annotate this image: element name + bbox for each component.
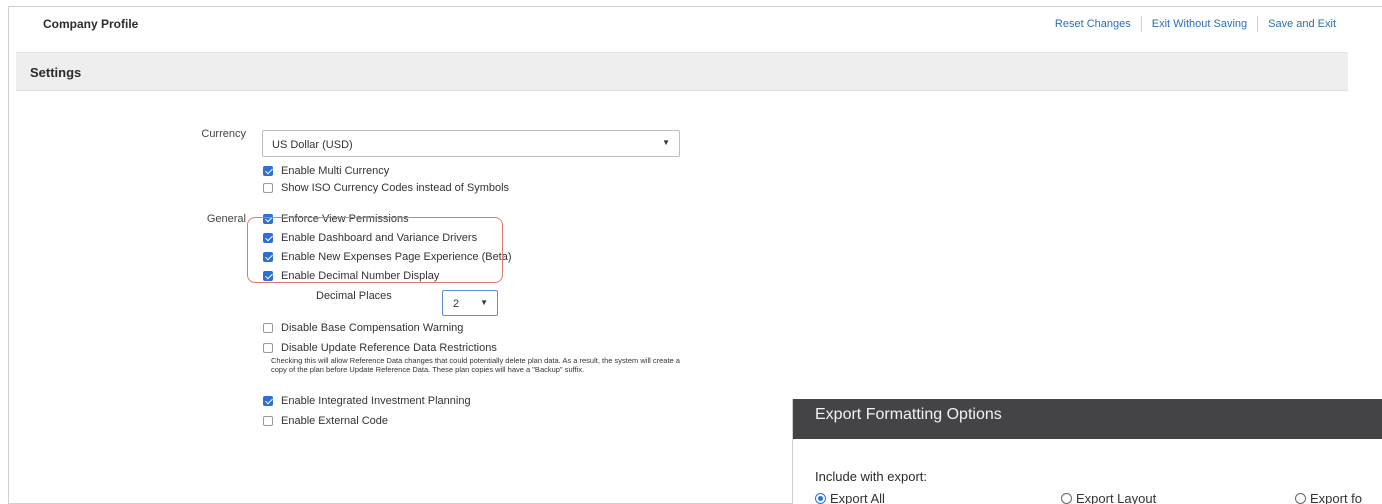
radio-label: Export fo xyxy=(1310,491,1363,504)
reset-changes-link[interactable]: Reset Changes xyxy=(1045,18,1141,30)
show-iso-codes-checkbox[interactable]: Show ISO Currency Codes instead of Symbo… xyxy=(263,181,509,195)
disable-update-reference-restrictions-checkbox[interactable]: Disable Update Reference Data Restrictio… xyxy=(263,341,497,355)
settings-panel: Settings xyxy=(16,52,1348,435)
chevron-down-icon: ▼ xyxy=(480,298,488,307)
include-with-export-label: Include with export: xyxy=(815,469,928,484)
checkbox-icon xyxy=(263,343,273,353)
page-title: Company Profile xyxy=(43,17,139,31)
checkbox-icon xyxy=(263,396,273,406)
currency-label: Currency xyxy=(201,128,246,140)
enable-decimal-display-checkbox[interactable]: Enable Decimal Number Display xyxy=(263,269,439,283)
checkbox-icon xyxy=(263,416,273,426)
checkbox-label: Enable Integrated Investment Planning xyxy=(281,395,471,407)
top-bar: Company Profile Reset Changes Exit Witho… xyxy=(9,7,1382,43)
settings-header: Settings xyxy=(16,53,1348,91)
checkbox-icon xyxy=(263,166,273,176)
checkbox-icon xyxy=(263,271,273,281)
checkbox-icon xyxy=(263,323,273,333)
checkbox-label: Enable External Code xyxy=(281,415,389,427)
checkbox-label: Enable Multi Currency xyxy=(281,165,390,177)
reference-data-note: Checking this will allow Reference Data … xyxy=(271,356,680,374)
checkbox-icon xyxy=(263,183,273,193)
checkbox-label: Enable Decimal Number Display xyxy=(281,270,440,282)
decimal-places-select[interactable]: 2 ▼ xyxy=(442,290,498,316)
enable-multi-currency-checkbox[interactable]: Enable Multi Currency xyxy=(263,164,389,178)
radio-selected-icon xyxy=(815,493,826,504)
chevron-down-icon: ▼ xyxy=(662,138,670,147)
exit-without-saving-link[interactable]: Exit Without Saving xyxy=(1142,18,1257,30)
radio-label: Export All xyxy=(830,491,885,504)
checkbox-label: Disable Update Reference Data Restrictio… xyxy=(281,342,497,354)
currency-selected-value: US Dollar (USD) xyxy=(272,139,353,151)
dialog-header: Export Formatting Options xyxy=(793,399,1382,439)
decimal-places-value: 2 xyxy=(453,298,460,310)
radio-label: Export Layout xyxy=(1076,491,1157,504)
export-all-radio[interactable]: Export All xyxy=(815,491,885,504)
dialog-title: Export Formatting Options xyxy=(815,406,1002,423)
settings-body xyxy=(16,91,1348,435)
export-formatting-dialog: Export Formatting Options Include with e… xyxy=(792,399,1382,504)
checkbox-label: Show ISO Currency Codes instead of Symbo… xyxy=(281,182,510,194)
decimal-places-label: Decimal Places xyxy=(316,290,392,302)
settings-title: Settings xyxy=(30,65,82,80)
export-format-radio[interactable]: Export fo xyxy=(1295,491,1362,504)
export-layout-radio[interactable]: Export Layout xyxy=(1061,491,1156,504)
currency-select[interactable]: US Dollar (USD) ▼ xyxy=(262,130,680,157)
enable-external-code-checkbox[interactable]: Enable External Code xyxy=(263,414,388,428)
general-label: General xyxy=(206,213,246,225)
save-and-exit-link[interactable]: Save and Exit xyxy=(1258,18,1346,30)
checkbox-label: Disable Base Compensation Warning xyxy=(281,322,464,334)
enable-integrated-investment-planning-checkbox[interactable]: Enable Integrated Investment Planning xyxy=(263,394,471,408)
header-actions: Reset Changes Exit Without Saving Save a… xyxy=(1045,16,1346,32)
disable-base-compensation-warning-checkbox[interactable]: Disable Base Compensation Warning xyxy=(263,321,463,335)
radio-icon xyxy=(1061,493,1072,504)
radio-icon xyxy=(1295,493,1306,504)
